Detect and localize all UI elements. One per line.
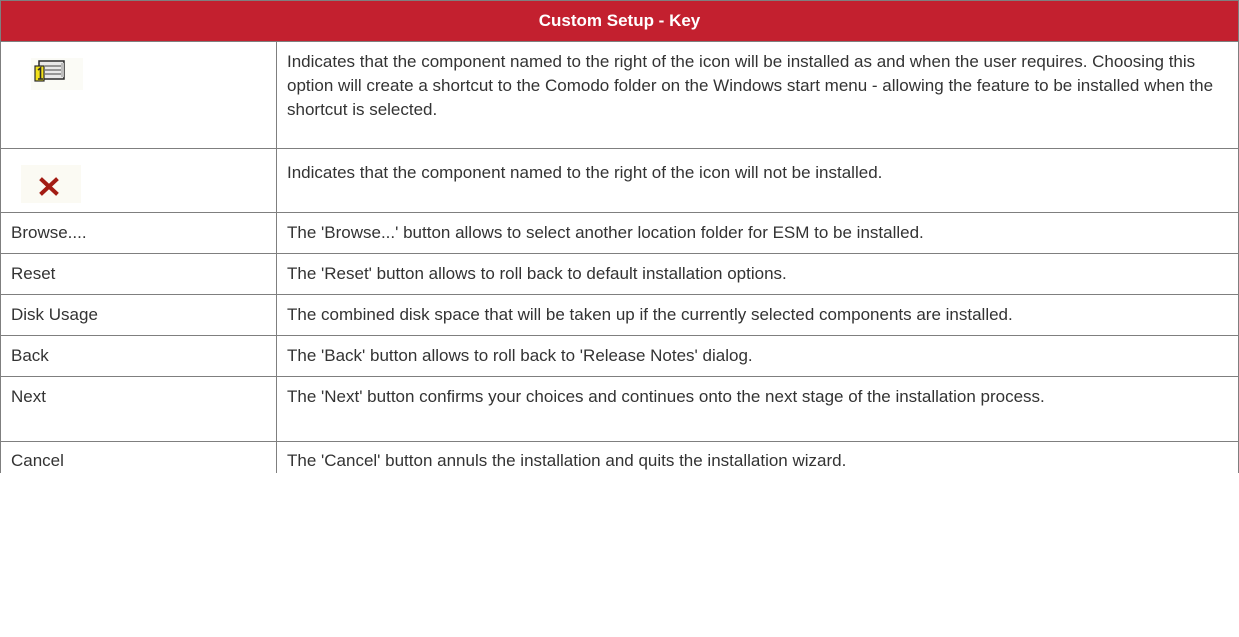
table-row: Back The 'Back' button allows to roll ba… xyxy=(0,335,1239,377)
key-cell: Reset xyxy=(0,253,277,295)
table-row: Reset The 'Reset' button allows to roll … xyxy=(0,253,1239,295)
key-cell: Back xyxy=(0,335,277,377)
description-cell: The 'Reset' button allows to roll back t… xyxy=(276,253,1239,295)
description-cell: The combined disk space that will be tak… xyxy=(276,294,1239,336)
table-header-row: Custom Setup - Key xyxy=(0,0,1239,42)
description-cell: Indicates that the component named to th… xyxy=(276,41,1239,149)
description-cell: The 'Cancel' button annuls the installat… xyxy=(276,441,1239,473)
install-on-demand-icon xyxy=(31,58,83,90)
table-row: Browse.... The 'Browse...' button allows… xyxy=(0,212,1239,254)
table-row: Indicates that the component named to th… xyxy=(0,41,1239,149)
key-cell xyxy=(0,41,277,149)
table-title: Custom Setup - Key xyxy=(0,0,1239,42)
key-cell: Browse.... xyxy=(0,212,277,254)
table-row: Cancel The 'Cancel' button annuls the in… xyxy=(0,441,1239,473)
description-cell: The 'Browse...' button allows to select … xyxy=(276,212,1239,254)
key-cell: Cancel xyxy=(0,441,277,473)
key-cell xyxy=(0,148,277,213)
table-row: Next The 'Next' button confirms your cho… xyxy=(0,376,1239,442)
not-installed-x-icon xyxy=(21,165,81,203)
custom-setup-key-table: Custom Setup - Key Indicates that the co… xyxy=(0,0,1239,473)
description-cell: The 'Next' button confirms your choices … xyxy=(276,376,1239,442)
table-row: Indicates that the component named to th… xyxy=(0,148,1239,213)
table-row: Disk Usage The combined disk space that … xyxy=(0,294,1239,336)
description-cell: Indicates that the component named to th… xyxy=(276,148,1239,213)
key-cell: Disk Usage xyxy=(0,294,277,336)
key-cell: Next xyxy=(0,376,277,442)
description-cell: The 'Back' button allows to roll back to… xyxy=(276,335,1239,377)
